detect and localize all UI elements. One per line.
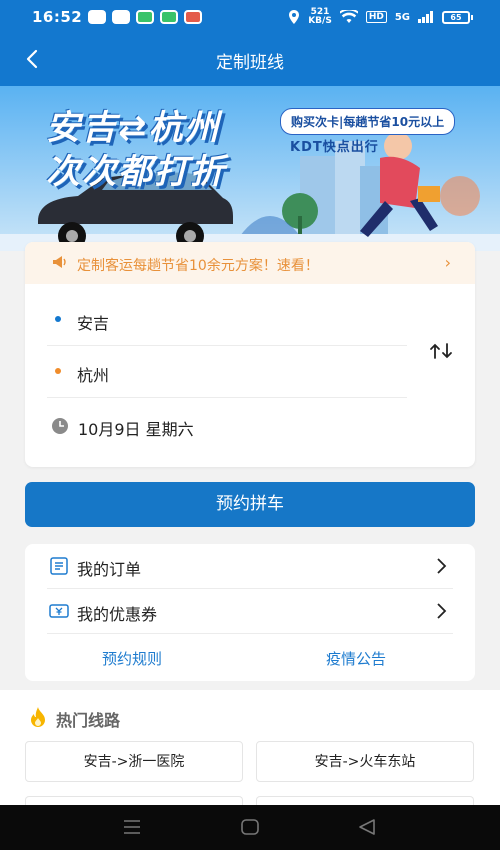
hot-routes-title: 热门线路 xyxy=(56,711,121,730)
page-title: 定制班线 xyxy=(216,53,284,73)
hot-route-button[interactable]: 安吉->火车东站 xyxy=(256,741,474,782)
camera-app-icon xyxy=(88,10,106,24)
notice-text: 定制客运每趟节省10余元方案！速看！ xyxy=(77,258,319,274)
megaphone-icon xyxy=(53,256,66,268)
status-time: 16:52 xyxy=(32,8,83,26)
flame-icon xyxy=(31,707,45,727)
menu-icon[interactable] xyxy=(121,817,143,837)
game-app-icon xyxy=(184,10,202,24)
app-header: 定制班线 xyxy=(0,34,500,86)
document-icon xyxy=(50,557,68,575)
location-icon xyxy=(289,10,300,24)
departure-city: 安吉 xyxy=(77,314,110,333)
signal-label: 5G xyxy=(394,11,410,23)
banner-promo-pill: 购买次卡|每趟节省10元以上 xyxy=(280,108,456,135)
hot-route-button[interactable]: 安吉->浙一医院 xyxy=(25,741,243,782)
departure-city-field[interactable]: 安吉 xyxy=(47,294,407,346)
promo-banner[interactable]: 安吉⇄杭州 次次都打折 购买次卡|每趟节省10元以上 KDT快点出行 xyxy=(0,86,500,251)
menu-card: 我的订单 我的优惠券 预约规则 疫情公告 xyxy=(25,544,475,681)
status-bar: 16:52 521 KB/S HD 5G 65 xyxy=(0,0,500,34)
chevron-right-icon xyxy=(437,603,447,619)
travel-date: 10月9日 星期六 xyxy=(78,420,194,439)
network-speed: 521 KB/S xyxy=(308,7,332,26)
hot-route-button-partial[interactable] xyxy=(25,796,243,805)
my-coupons-label: 我的优惠券 xyxy=(77,605,158,624)
hot-routes-section: 热门线路 安吉->浙一医院 安吉->火车东站 xyxy=(0,690,500,805)
brand-logo: KDT快点出行 xyxy=(290,140,379,155)
wechat-app-icon xyxy=(136,10,154,24)
my-orders-label: 我的订单 xyxy=(77,560,142,579)
notification-icons xyxy=(88,10,202,24)
battery-icon: 65 xyxy=(442,10,473,24)
destination-dot-icon xyxy=(55,368,61,374)
hot-route-button-partial[interactable] xyxy=(256,796,474,805)
signal-icon xyxy=(418,11,433,23)
notice-bar[interactable]: 定制客运每趟节省10余元方案！速看！ › xyxy=(25,242,475,284)
hd-badge: HD xyxy=(365,11,387,23)
system-navigation-bar xyxy=(0,805,500,850)
clock-icon xyxy=(52,418,68,434)
message-app-icon xyxy=(112,10,130,24)
my-coupons-item[interactable]: 我的优惠券 xyxy=(47,589,453,634)
banner-title-line2: 次次都打折 xyxy=(46,152,226,192)
epidemic-notice-link[interactable]: 疫情公告 xyxy=(326,648,386,669)
coupon-icon xyxy=(49,604,69,618)
date-field[interactable]: 10月9日 星期六 xyxy=(47,410,407,450)
back-triangle-icon[interactable] xyxy=(356,817,378,837)
market-app-icon xyxy=(160,10,178,24)
chevron-right-icon: › xyxy=(444,253,451,272)
destination-city-field[interactable]: 杭州 xyxy=(47,346,407,398)
swap-icon[interactable] xyxy=(429,340,455,362)
banner-title-line1: 安吉⇄杭州 xyxy=(46,108,221,148)
home-icon[interactable] xyxy=(239,817,261,837)
my-orders-item[interactable]: 我的订单 xyxy=(47,544,453,589)
departure-dot-icon xyxy=(55,316,61,322)
destination-city: 杭州 xyxy=(77,366,110,385)
chevron-right-icon xyxy=(437,558,447,574)
booking-rules-link[interactable]: 预约规则 xyxy=(102,648,162,669)
route-card: 定制客运每趟节省10余元方案！速看！ › 安吉 杭州 10月9日 星期六 xyxy=(25,242,475,467)
wifi-icon xyxy=(339,10,358,23)
system-icons: 521 KB/S HD 5G 65 xyxy=(288,7,473,26)
book-carpool-button[interactable]: 预约拼车 xyxy=(25,482,475,527)
